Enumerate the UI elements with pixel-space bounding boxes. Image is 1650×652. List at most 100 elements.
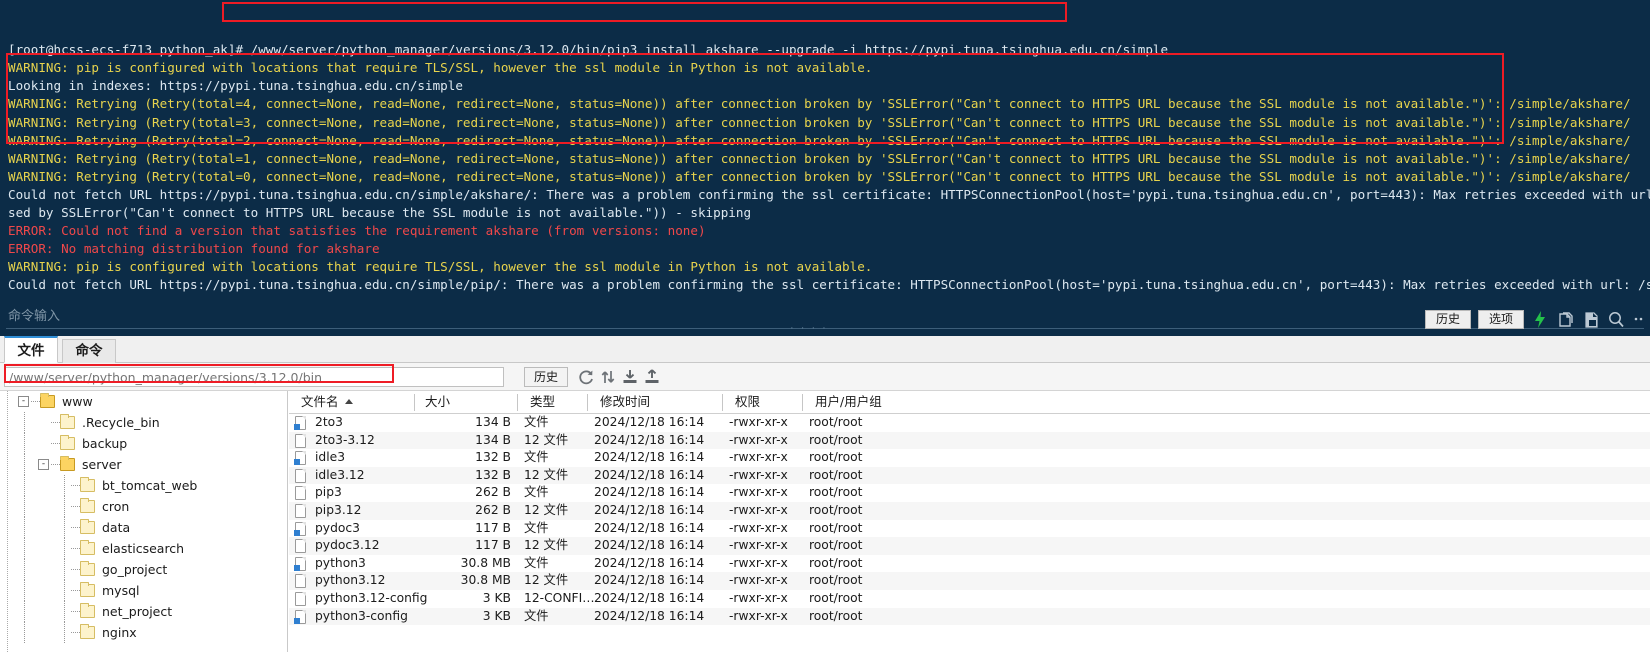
column-separator[interactable] (517, 394, 518, 411)
table-row[interactable]: python3.12-config 3 KB 12-CONFI… 2024/12/18… (289, 590, 1650, 608)
column-header-label: 大小 (425, 394, 451, 409)
tree-node-data[interactable]: data (0, 517, 287, 538)
tree-node-mysql[interactable]: mysql (0, 580, 287, 601)
column-header-1[interactable]: 大小 (419, 391, 450, 414)
table-row[interactable]: idle3.12 132 B 12 文件 2024/12/18 16:14 -rwxr-… (289, 466, 1650, 485)
column-separator[interactable] (587, 394, 588, 411)
resize-grip-dots[interactable]: · · · · (790, 322, 828, 334)
tree-node-backup[interactable]: backup (0, 433, 287, 454)
tree-node-label: net_project (102, 604, 173, 619)
table-row[interactable]: pip3.12 262 B 12 文件 2024/12/18 16:14 -rwxr-x… (289, 501, 1650, 520)
tree-node-elasticsearch[interactable]: elasticsearch (0, 538, 287, 559)
file-owner: root/root (809, 608, 863, 623)
bolt-icon[interactable] (1530, 309, 1551, 330)
column-header-5[interactable]: 用户/用户组 (809, 391, 882, 414)
refresh-icon[interactable] (576, 367, 596, 387)
copy-icon[interactable] (1556, 309, 1577, 330)
file-type: 文件 (524, 520, 549, 535)
tree-node-recycle_bin[interactable]: .Recycle_bin (0, 412, 287, 433)
more-icon[interactable] (1632, 309, 1650, 330)
command-input-placeholder: 命令输入 (8, 309, 61, 324)
column-header-2[interactable]: 类型 (524, 391, 555, 414)
tree-node-label: elasticsearch (102, 541, 185, 556)
file-size: 3 KB (482, 608, 511, 623)
file-list-header: 文件名 大小 类型 修改时间 权限 用户/用户组 (289, 391, 1650, 414)
tree-guide-line (24, 622, 25, 643)
file-size: 30.8 MB (460, 573, 511, 588)
file-type: 文件 (524, 485, 549, 500)
paste-icon[interactable] (1581, 309, 1602, 330)
tree-node-net_project[interactable]: net_project (0, 601, 287, 622)
terminal-line: WARNING: Retrying (Retry(total=0, connec… (8, 168, 1631, 184)
table-row[interactable]: 2to3-3.12 134 B 12 文件 2024/12/18 16:14 -rwxr… (289, 431, 1650, 450)
tree-node-label: go_project (102, 562, 168, 577)
file-type: 12 文件 (524, 538, 569, 553)
table-row[interactable]: pydoc3.12 117 B 12 文件 2024/12/18 16:14 -rwxr… (289, 537, 1650, 555)
tree-expander-icon[interactable]: - (18, 396, 29, 407)
file-link-icon (294, 556, 306, 571)
terminal-line: ERROR: No matching distribution found fo… (8, 241, 380, 257)
column-separator[interactable] (722, 394, 723, 411)
column-separator[interactable] (414, 394, 415, 411)
terminal-history-button[interactable]: 历史 (1425, 310, 1471, 329)
tree-guide-line (24, 517, 25, 538)
file-permissions: -rwxr-xr-x (729, 608, 788, 623)
path-input[interactable] (4, 367, 504, 387)
file-mtime: 2024/12/18 16:14 (594, 608, 705, 623)
tree-expander-icon[interactable]: - (38, 459, 49, 470)
column-header-0[interactable]: 文件名 (295, 391, 353, 414)
file-name: pip3.12 (315, 502, 362, 517)
table-row[interactable]: idle3 132 B 文件 2024/12/18 16:14 -rwxr-xr-x ro… (289, 449, 1650, 467)
tree-guide-line (64, 496, 65, 517)
upload-icon[interactable] (642, 367, 662, 387)
terminal-line: WARNING: pip is configured with location… (8, 259, 873, 275)
tree-connector (71, 611, 80, 612)
terminal-line: WARNING: Retrying (Retry(total=3, connec… (8, 114, 1631, 130)
directory-tree[interactable]: - www .Recycle_bin backup - server bt_tomcat_w… (0, 391, 288, 652)
file-mtime: 2024/12/18 16:14 (594, 555, 705, 570)
table-row[interactable]: pip3 262 B 文件 2024/12/18 16:14 -rwxr-xr-x roo… (289, 484, 1650, 502)
folder-icon (80, 624, 95, 639)
tree-node-www[interactable]: - www (0, 391, 287, 412)
tree-guide-line (64, 622, 65, 643)
tree-node-bt_tomcat_web[interactable]: bt_tomcat_web (0, 475, 287, 496)
file-type: 文件 (524, 555, 549, 570)
transfer-icon[interactable] (598, 367, 618, 387)
file-size: 262 B (475, 502, 511, 517)
column-header-4[interactable]: 权限 (729, 391, 760, 414)
tree-guide-line (24, 538, 25, 559)
table-row[interactable]: python3-config 3 KB 文件 2024/12/18 16:14 -rwx… (289, 607, 1650, 626)
file-manager-tabbar: 文件 命令 (0, 336, 1650, 363)
table-row[interactable]: python3 30.8 MB 文件 2024/12/18 16:14 -rwxr-xr… (289, 555, 1650, 573)
tree-guide-line (24, 580, 25, 601)
tree-connector (51, 464, 60, 465)
column-header-3[interactable]: 修改时间 (594, 391, 650, 414)
file-list[interactable]: 文件名 大小 类型 修改时间 权限 用户/用户组 2to3 134 B 文件 2024/12/1… (289, 391, 1650, 652)
terminal-options-button[interactable]: 选项 (1478, 310, 1524, 329)
folder-icon (80, 519, 95, 534)
file-type: 12 文件 (524, 502, 569, 517)
table-row[interactable]: pydoc3 117 B 文件 2024/12/18 16:14 -rwxr-xr-x r… (289, 520, 1650, 538)
file-name: python3.12 (315, 573, 386, 588)
tree-connector (71, 569, 80, 570)
download-icon[interactable] (620, 367, 640, 387)
tree-node-nginx[interactable]: nginx (0, 622, 287, 643)
table-row[interactable]: python3.12 30.8 MB 12 文件 2024/12/18 16:14 -r… (289, 572, 1650, 590)
terminal-output[interactable]: [root@hcss-ecs-f713 python_ak]# /www/ser… (0, 0, 1650, 297)
tab-files[interactable]: 文件 (4, 336, 58, 363)
path-history-button[interactable]: 历史 (524, 367, 568, 387)
tree-node-label: mysql (102, 583, 140, 598)
tab-commands[interactable]: 命令 (62, 339, 116, 363)
tree-guide-line (24, 412, 25, 433)
tree-node-cron[interactable]: cron (0, 496, 287, 517)
tree-guide-line (64, 517, 65, 538)
file-permissions: -rwxr-xr-x (729, 415, 788, 429)
file-name: pydoc3 (315, 520, 360, 535)
search-icon[interactable] (1606, 309, 1627, 330)
column-separator[interactable] (802, 394, 803, 411)
tree-node-go_project[interactable]: go_project (0, 559, 287, 580)
file-permissions: -rwxr-xr-x (729, 432, 788, 447)
table-row[interactable]: 2to3 134 B 文件 2024/12/18 16:14 -rwxr-xr-x roo… (289, 414, 1650, 432)
tree-node-server[interactable]: - server (0, 454, 287, 475)
tree-node-label: nginx (102, 625, 137, 640)
